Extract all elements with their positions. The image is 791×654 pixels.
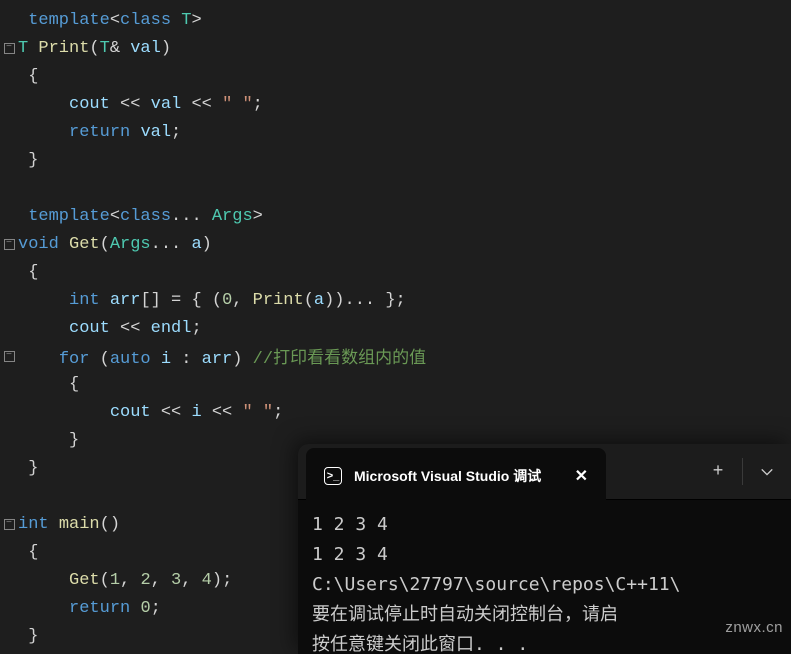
console-output[interactable]: 1 2 3 4 1 2 3 4 C:\Users\27797\source\re… xyxy=(298,500,791,654)
close-tab-button[interactable]: ✕ xyxy=(575,466,588,486)
fold-icon[interactable]: − xyxy=(4,351,15,362)
watermark: znwx.cn xyxy=(725,619,783,636)
fold-icon[interactable]: − xyxy=(4,43,15,54)
terminal-icon: >_ xyxy=(324,467,342,485)
console-titlebar[interactable]: >_ Microsoft Visual Studio 调试 ✕ + xyxy=(298,444,791,500)
fold-icon[interactable]: − xyxy=(4,519,15,530)
console-title: Microsoft Visual Studio 调试 xyxy=(354,466,541,486)
console-tab[interactable]: >_ Microsoft Visual Studio 调试 ✕ xyxy=(306,448,606,503)
tab-dropdown-button[interactable] xyxy=(743,444,791,499)
fold-icon[interactable]: − xyxy=(4,239,15,250)
debug-console-window: >_ Microsoft Visual Studio 调试 ✕ + 1 2 3 … xyxy=(298,444,791,654)
new-tab-button[interactable]: + xyxy=(694,444,742,499)
